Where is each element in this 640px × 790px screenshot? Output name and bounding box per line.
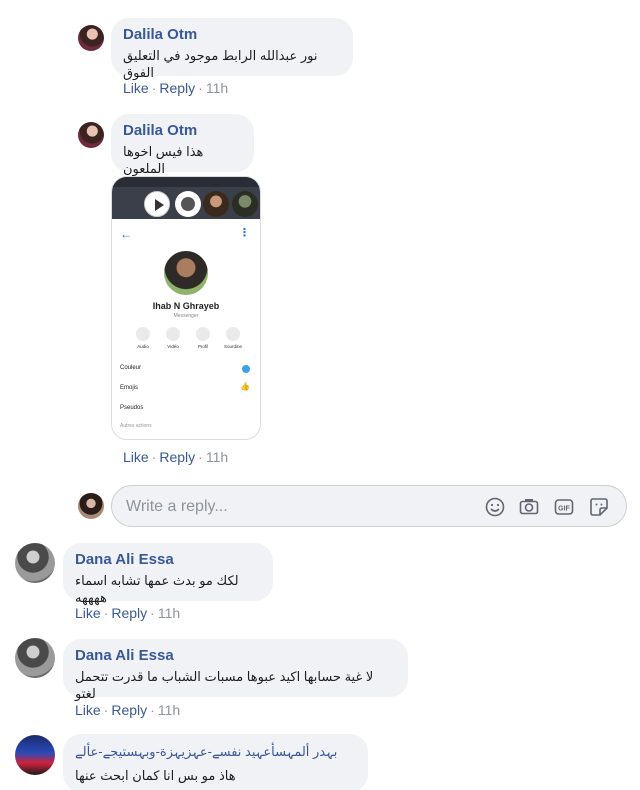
avatar[interactable]	[78, 25, 104, 51]
play-chat-head	[144, 191, 170, 217]
comment-author[interactable]: Dana Ali Essa	[75, 551, 261, 569]
separator: ·	[198, 449, 203, 465]
more-vert-icon: ⋮	[239, 227, 250, 239]
profile-subtitle: Messenger	[173, 313, 199, 319]
separator: ·	[103, 605, 109, 621]
comment-time[interactable]: 11h	[206, 449, 228, 465]
comment-author[interactable]: Dana Ali Essa	[75, 647, 396, 665]
action-label: Sourdine	[223, 344, 242, 349]
comment-text: نور عبدالله الرابط موجود في التعليق الفو…	[123, 48, 318, 80]
separator: ·	[150, 702, 155, 718]
avatar[interactable]	[15, 543, 55, 583]
comment-actions: Like · Reply · 11h	[123, 79, 228, 97]
avatar[interactable]	[78, 122, 104, 148]
reply-box: GIF	[111, 485, 627, 527]
comment-text: هاذ مو بس انا كمان ابحث عنها	[75, 768, 236, 783]
reply-link[interactable]: Reply	[111, 702, 147, 718]
comment-time[interactable]: 11h	[158, 605, 180, 621]
reply-link[interactable]: Reply	[111, 605, 147, 621]
reply-link[interactable]: Reply	[159, 80, 195, 96]
profile-icon	[196, 327, 210, 341]
action-label: Vidéo	[167, 344, 179, 349]
comment-bubble: Dalila Otm نور عبدالله الرابط موجود في ا…	[111, 18, 353, 80]
avatar[interactable]	[15, 638, 55, 678]
comment-text: لكك مو بدث عمها تشابه اسماء ههههه	[75, 573, 239, 605]
action-label: Profil	[197, 344, 209, 349]
action-label: Audio	[137, 344, 149, 349]
separator: ·	[151, 80, 157, 96]
comment-time[interactable]: 11h	[158, 702, 180, 718]
photo-status-bar	[112, 177, 260, 187]
comment-text: هذا فيس اخوها الملعون	[123, 144, 204, 176]
camera-icon[interactable]	[518, 496, 540, 518]
current-user-avatar	[78, 493, 104, 519]
video-icon	[166, 327, 180, 341]
gif-icon[interactable]: GIF	[553, 496, 575, 518]
svg-text:GIF: GIF	[558, 506, 570, 513]
separator: ·	[150, 605, 155, 621]
comment-text: لا غية حسابها اكيد عبوها مسبات الشباب ما…	[75, 669, 374, 701]
messenger-chat-head	[175, 191, 201, 217]
play-icon	[155, 199, 164, 211]
comment-author[interactable]: بہدر ألمہسأعہيد نفسے-عہزيہزة-وبہستيجے-عأ…	[75, 743, 356, 761]
like-link[interactable]: Like	[75, 702, 101, 718]
option-label: Pseudos	[120, 405, 144, 411]
separator: ·	[151, 449, 157, 465]
like-link[interactable]: Like	[123, 449, 149, 465]
back-arrow-icon: ←	[120, 227, 132, 241]
bell-icon	[226, 327, 240, 341]
reply-input[interactable]	[126, 496, 466, 518]
like-link[interactable]: Like	[75, 605, 101, 621]
comment-actions: Like · Reply · 11h	[123, 448, 228, 466]
separator: ·	[103, 702, 109, 718]
profile-name: Ihab N Ghrayeb	[152, 301, 220, 311]
comment-actions: Like · Reply · 11h	[75, 604, 180, 622]
separator: ·	[198, 80, 203, 96]
comment-author[interactable]: Dalila Otm	[123, 26, 341, 44]
messenger-icon	[181, 197, 195, 211]
reply-link[interactable]: Reply	[159, 449, 195, 465]
comment-bubble: Dana Ali Essa لكك مو بدث عمها تشابه اسما…	[63, 543, 273, 605]
comment-time[interactable]: 11h	[206, 80, 228, 96]
sticker-icon[interactable]	[588, 496, 610, 518]
comment-bubble: Dana Ali Essa لا غية حسابها اكيد عبوها م…	[63, 639, 408, 701]
like-link[interactable]: Like	[123, 80, 149, 96]
emoji-icon[interactable]	[484, 496, 506, 518]
option-label: Couleur	[120, 365, 142, 371]
comment-actions: Like · Reply · 11h	[75, 701, 180, 719]
phone-icon	[136, 327, 150, 341]
comment-author[interactable]: Dalila Otm	[123, 122, 242, 140]
avatar[interactable]	[15, 735, 55, 775]
option-label: Emojis	[120, 385, 139, 391]
color-dot-icon	[242, 365, 250, 373]
thumbs-up-icon: 👍	[240, 382, 250, 391]
attachment-photo[interactable]: ← ⋮ Ihab N Ghrayeb Messenger Audio Vidéo…	[111, 176, 261, 440]
profile-actions-row: Audio Vidéo Profil Sourdine	[132, 327, 242, 353]
chat-head-avatar	[232, 191, 258, 217]
section-label: Autres actions	[120, 423, 152, 429]
chat-head-avatar	[203, 191, 229, 217]
comment-bubble: Dalila Otm هذا فيس اخوها الملعون	[111, 114, 254, 176]
comment-bubble: بہدر ألمہسأعہيد نفسے-عہزيہزة-وبہستيجے-عأ…	[63, 734, 368, 790]
profile-avatar	[164, 251, 208, 295]
